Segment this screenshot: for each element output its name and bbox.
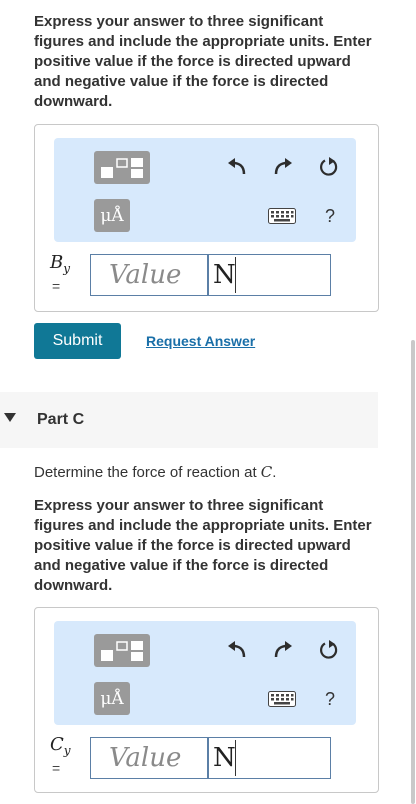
redo-button[interactable] <box>270 154 296 180</box>
keyboard-shortcuts-button[interactable] <box>268 207 296 225</box>
part-c-value-input[interactable]: Value <box>90 737 208 779</box>
reset-icon <box>320 157 338 176</box>
part-b-equals: = <box>52 278 61 294</box>
part-c-prompt-text: Determine the force of reaction at <box>34 464 261 481</box>
part-c-math-toolbar: μÅ ? <box>54 621 356 725</box>
reset-button[interactable] <box>316 637 342 663</box>
templates-button[interactable] <box>94 151 150 184</box>
part-b-variable-subscript: y <box>63 261 71 276</box>
part-b-variable: B <box>50 252 64 273</box>
cursor-divider <box>235 740 236 776</box>
part-c-units-input[interactable]: N <box>208 737 331 779</box>
keyboard-icon <box>268 691 296 707</box>
undo-button[interactable] <box>224 637 250 663</box>
part-c-prompt: Determine the force of reaction at C. <box>34 462 374 483</box>
part-b-math-toolbar: μÅ ? <box>54 138 356 242</box>
part-b-units-value: N <box>213 260 236 290</box>
units-button[interactable]: μÅ <box>94 199 130 232</box>
part-b-units-input[interactable]: N <box>208 254 331 296</box>
undo-button[interactable] <box>224 154 250 180</box>
redo-icon <box>274 641 292 658</box>
part-c-units-value: N <box>213 743 236 773</box>
keyboard-shortcuts-button[interactable] <box>268 690 296 708</box>
templates-icon <box>101 640 143 661</box>
part-c-instructions: Express your answer to three significant… <box>34 497 372 594</box>
part-c-equals: = <box>52 760 61 776</box>
part-c-prompt-end: . <box>272 464 277 481</box>
templates-button[interactable] <box>94 634 150 667</box>
part-c-title: Part C <box>37 411 85 428</box>
units-button[interactable]: μÅ <box>94 682 130 715</box>
part-b-instructions: Express your answer to three significant… <box>34 13 372 110</box>
templates-icon <box>101 157 143 178</box>
request-answer-link[interactable]: Request Answer <box>146 333 255 349</box>
help-button[interactable]: ? <box>320 687 340 711</box>
part-c-variable: C <box>50 734 64 755</box>
cursor-divider <box>235 257 236 293</box>
keyboard-icon <box>268 208 296 224</box>
page-scrollbar[interactable] <box>411 340 415 804</box>
help-icon: ? <box>324 688 335 709</box>
units-symbol: μÅ <box>100 688 124 709</box>
undo-icon <box>228 158 246 175</box>
submit-button[interactable]: Submit <box>34 323 121 359</box>
reset-icon <box>320 640 338 659</box>
part-b-value-input[interactable]: Value <box>90 254 208 296</box>
units-symbol: μÅ <box>100 205 124 226</box>
help-button[interactable]: ? <box>320 204 340 228</box>
part-c-header[interactable]: Part C <box>0 392 378 448</box>
redo-icon <box>274 158 292 175</box>
collapse-caret-icon[interactable] <box>4 413 16 422</box>
part-c-prompt-variable: C <box>260 463 273 481</box>
part-c-variable-subscript: y <box>63 743 71 758</box>
help-icon: ? <box>324 205 335 226</box>
undo-icon <box>228 641 246 658</box>
reset-button[interactable] <box>316 154 342 180</box>
redo-button[interactable] <box>270 637 296 663</box>
part-b-variable-label: By <box>50 252 70 276</box>
part-c-variable-label: Cy <box>50 734 71 758</box>
